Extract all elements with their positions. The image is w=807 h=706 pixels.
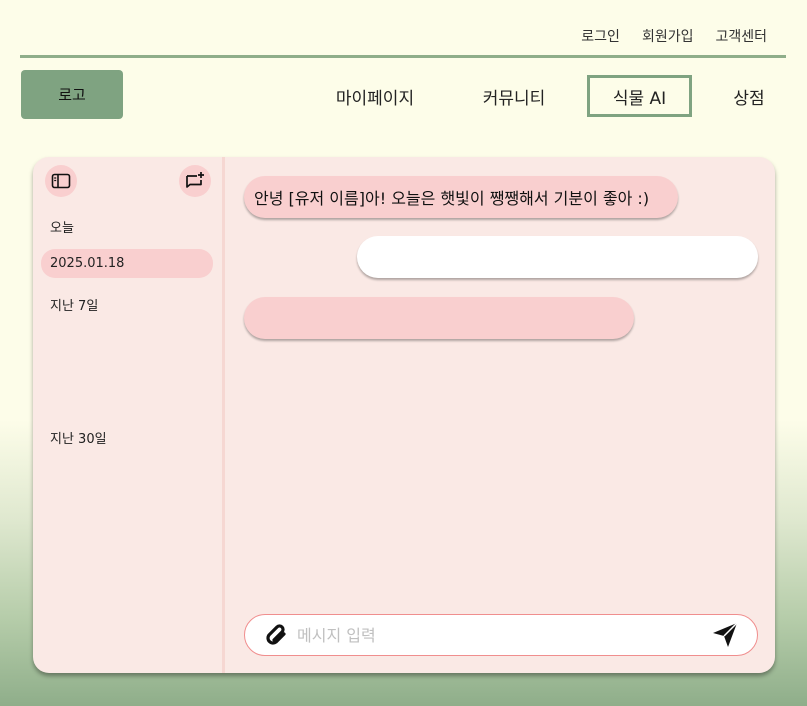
new-chat-icon[interactable]	[179, 165, 211, 197]
bot-message	[244, 297, 634, 339]
nav-mypage[interactable]: 마이페이지	[320, 75, 430, 117]
section-today-label: 오늘	[50, 221, 74, 236]
message-input[interactable]	[295, 625, 707, 645]
user-message	[357, 236, 758, 278]
header-divider	[20, 55, 786, 58]
bot-message: 안녕 [유저 이름]아! 오늘은 햇빛이 쨍쨍해서 기분이 좋아 :)	[244, 176, 678, 218]
customer-center-link[interactable]: 고객센터	[715, 26, 767, 46]
login-link[interactable]: 로그인	[581, 26, 620, 46]
message-composer	[244, 614, 758, 656]
send-icon[interactable]	[707, 617, 743, 653]
signup-link[interactable]: 회원가입	[642, 26, 694, 46]
nav-plant-ai[interactable]: 식물 AI	[587, 75, 692, 117]
chat-history-sidebar: 오늘 2025.01.18 지난 7일 지난 30일	[33, 157, 225, 673]
sidebar-toggle-icon[interactable]	[45, 165, 77, 197]
nav-shop[interactable]: 상점	[720, 75, 778, 117]
section-last-7-days-label: 지난 7일	[50, 299, 99, 314]
history-item[interactable]: 2025.01.18	[41, 249, 213, 278]
section-last-30-days-label: 지난 30일	[50, 432, 107, 447]
chat-panel: 오늘 2025.01.18 지난 7일 지난 30일 안녕 [유저 이름]아! …	[33, 157, 775, 673]
top-links: 로그인 회원가입 고객센터	[581, 26, 767, 46]
main-nav: 마이페이지 커뮤니티 식물 AI 상점	[0, 75, 807, 117]
nav-community[interactable]: 커뮤니티	[468, 75, 560, 117]
paperclip-icon[interactable]	[259, 617, 295, 653]
